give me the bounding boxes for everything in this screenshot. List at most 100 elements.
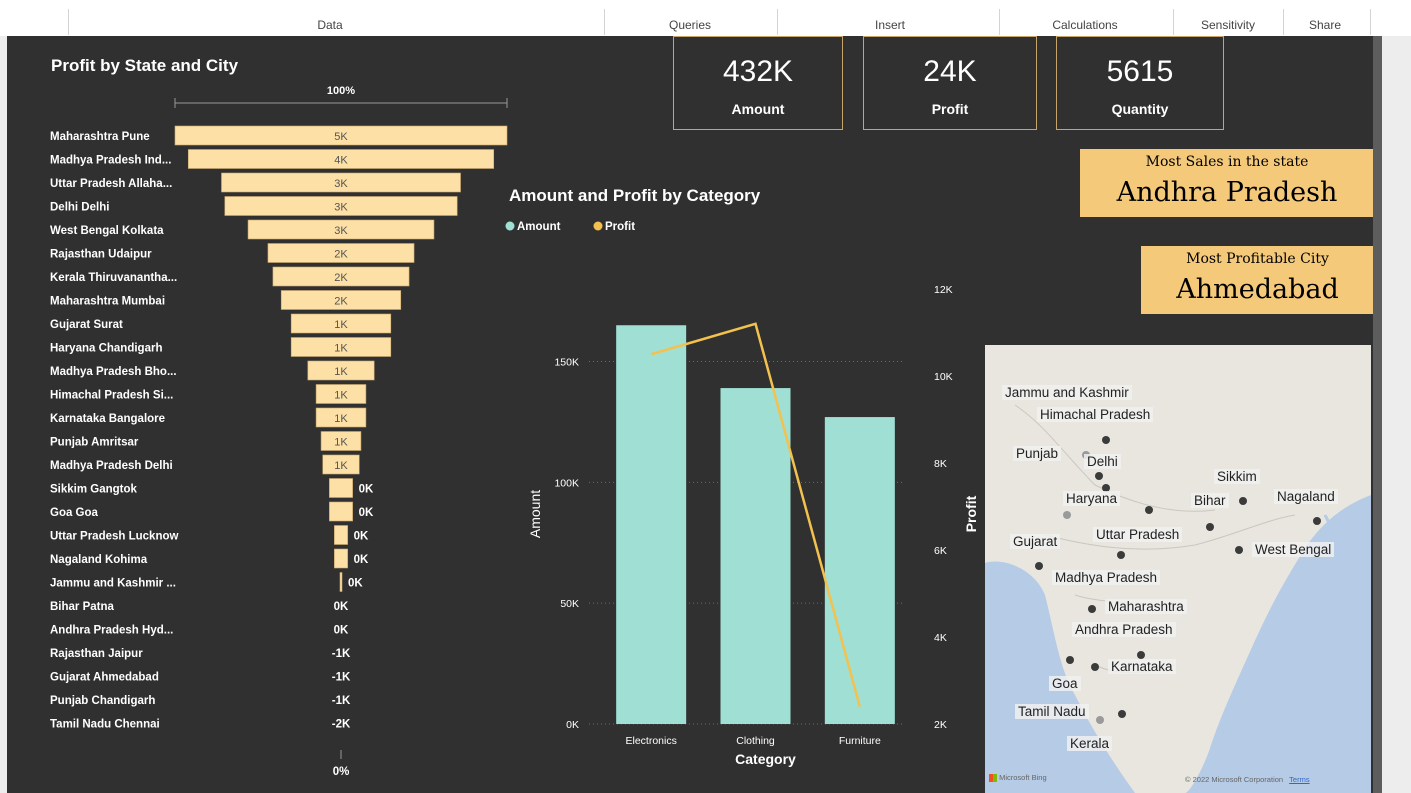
map-bubble[interactable] (1206, 523, 1214, 531)
ribbon-separator (1370, 9, 1371, 35)
funnel-top-label: 100% (327, 85, 355, 97)
funnel-bar (329, 478, 353, 498)
funnel-data-label: 2K (334, 272, 348, 284)
map-bubble[interactable] (1102, 436, 1110, 444)
y2-tick-label: 2K (934, 719, 947, 731)
funnel-data-label: 0K (334, 601, 349, 613)
canvas-scrollbar[interactable] (1373, 36, 1382, 793)
funnel-data-label: 4K (334, 155, 348, 167)
map-bubble[interactable] (1137, 651, 1145, 659)
kpi-label: Quantity (1111, 101, 1169, 117)
funnel-category-label: Andhra Pradesh Hyd... (50, 625, 173, 637)
funnel-category-label: West Bengal Kolkata (50, 225, 164, 237)
map-bubble[interactable] (1239, 497, 1247, 505)
ribbon-group-calculations[interactable]: Calculations (1035, 18, 1135, 32)
funnel-bottom-label: 0% (333, 766, 350, 778)
map-label: Sikkim (1214, 469, 1260, 484)
map-label: Nagaland (1274, 489, 1338, 504)
x-tick-label: Clothing (736, 735, 775, 747)
y2-tick-label: 12K (934, 284, 953, 296)
funnel-bar (334, 525, 348, 545)
funnel-data-label: 1K (334, 390, 348, 402)
funnel-data-label: 2K (334, 249, 348, 261)
map-label: Delhi (1084, 454, 1121, 469)
funnel-data-label: 3K (334, 202, 348, 214)
kpi-card-quantity[interactable]: 5615 Quantity (1056, 36, 1224, 130)
ribbon-group-sensitivity[interactable]: Sensitivity (1188, 18, 1268, 32)
ribbon-separator (68, 9, 69, 35)
kpi-value: 5615 (1106, 55, 1174, 88)
map-label: Jammu and Kashmir (1002, 385, 1132, 400)
ribbon-group-queries[interactable]: Queries (650, 18, 730, 32)
map-bubble[interactable] (1117, 551, 1125, 559)
funnel-category-label: Madhya Pradesh Delhi (50, 460, 173, 472)
map-bubble[interactable] (1095, 472, 1103, 480)
most-profitable-card[interactable]: Most Profitable City Ahmedabad (1141, 246, 1374, 314)
amount-bar (824, 417, 895, 724)
y2-axis-title: Profit (963, 495, 979, 532)
legend-profit-label: Profit (605, 221, 635, 233)
funnel-category-label: Delhi Delhi (50, 202, 109, 214)
kpi-label: Amount (731, 101, 785, 117)
map-bubble[interactable] (1096, 716, 1104, 724)
funnel-data-label: 1K (334, 343, 348, 355)
india-map[interactable]: Jammu and Kashmir Himachal Pradesh Punja… (985, 345, 1371, 793)
amount-bar (720, 388, 791, 724)
map-copyright: © 2022 Microsoft Corporation Terms (1185, 775, 1310, 784)
funnel-category-label: Haryana Chandigarh (50, 343, 162, 355)
map-label: West Bengal (1252, 542, 1335, 557)
bing-logo-icon (989, 774, 997, 783)
y2-tick-label: 6K (934, 545, 947, 557)
funnel-category-label: Maharashtra Mumbai (50, 296, 165, 308)
ribbon-group-share[interactable]: Share (1295, 18, 1355, 32)
map-copyright-text: © 2022 Microsoft Corporation (1185, 775, 1284, 784)
kpi-card-amount[interactable]: 432K Amount (673, 36, 843, 130)
frame-left (0, 36, 7, 793)
kpi-label: Profit (931, 101, 969, 117)
legend-amount-marker (505, 221, 515, 231)
funnel-data-label: 0K (359, 507, 374, 519)
map-bubble[interactable] (1063, 511, 1071, 519)
map-label: Himachal Pradesh (1037, 407, 1154, 422)
funnel-data-label: 5K (334, 131, 348, 143)
funnel-category-label: Sikkim Gangtok (50, 484, 138, 496)
map-terms-link[interactable]: Terms (1289, 775, 1309, 784)
funnel-category-label: Bihar Patna (50, 601, 115, 613)
ribbon-group-insert[interactable]: Insert (850, 18, 930, 32)
y-axis-title: Amount (527, 490, 543, 538)
funnel-data-label: 0K (354, 554, 369, 566)
map-bubble[interactable] (1235, 546, 1243, 554)
funnel-category-label: Goa Goa (50, 507, 99, 519)
funnel-data-label: 3K (334, 178, 348, 190)
funnel-data-label: 1K (334, 319, 348, 331)
bing-logo: Microsoft Bing (989, 773, 1047, 783)
amount-bar (616, 325, 687, 724)
map-label: Gujarat (1010, 534, 1061, 549)
combo-chart[interactable]: Amount Profit 0K 50K 100K 150K 2K 4K 6K 8K 10K 12K A… (502, 214, 982, 793)
funnel-category-label: Maharashtra Pune (50, 131, 150, 143)
kpi-card-profit[interactable]: 24K Profit (863, 36, 1037, 130)
funnel-category-label: Punjab Chandigarh (50, 695, 155, 707)
funnel-category-label: Punjab Amritsar (50, 437, 139, 449)
map-bubble[interactable] (1066, 656, 1074, 664)
y-tick-label: 150K (554, 357, 579, 369)
funnel-category-label: Gujarat Ahmedabad (50, 672, 159, 684)
map-bubble[interactable] (1091, 663, 1099, 671)
map-bubble[interactable] (1313, 517, 1321, 525)
funnel-category-label: Tamil Nadu Chennai (50, 719, 160, 731)
map-bubble[interactable] (1118, 710, 1126, 718)
ribbon-group-data[interactable]: Data (300, 18, 360, 32)
funnel-category-label: Karnataka Bangalore (50, 413, 165, 425)
map-bubble[interactable] (1088, 605, 1096, 613)
most-sales-card[interactable]: Most Sales in the state Andhra Pradesh (1080, 149, 1374, 217)
funnel-category-label: Madhya Pradesh Ind... (50, 155, 171, 167)
y-tick-label: 100K (554, 477, 579, 489)
report-canvas: Profit by State and City 100% Maharashtra… (7, 36, 1381, 793)
map-label: Andhra Pradesh (1072, 622, 1176, 637)
map-bubble[interactable] (1145, 506, 1153, 514)
funnel-data-label: 3K (334, 225, 348, 237)
funnel-chart[interactable]: 100% Maharashtra Pune 5K Madhya Pradesh Ind… (7, 36, 527, 793)
funnel-data-label: 1K (334, 460, 348, 472)
map-bubble[interactable] (1035, 562, 1043, 570)
ribbon-separator (999, 9, 1000, 35)
